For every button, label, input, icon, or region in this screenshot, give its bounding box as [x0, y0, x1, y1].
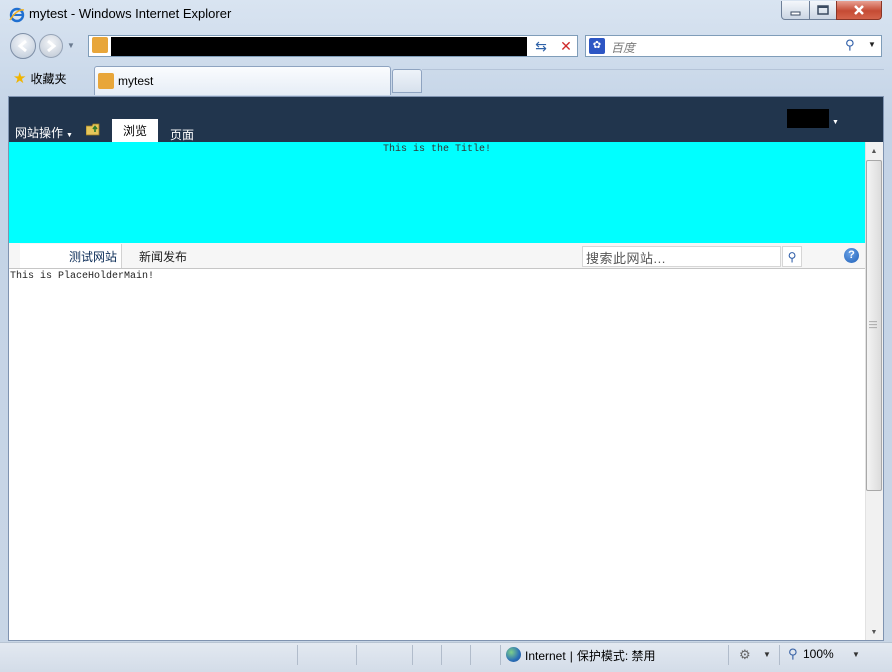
status-divider [500, 645, 501, 665]
close-icon [854, 5, 864, 15]
status-divider [356, 645, 357, 665]
favorites-button[interactable]: ★ 收藏夹 [13, 68, 66, 90]
nav-item-news[interactable]: 新闻发布 [139, 248, 187, 265]
chevron-down-icon[interactable]: ▼ [852, 650, 860, 659]
status-divider [441, 645, 442, 665]
page-title: This is the Title! [382, 144, 492, 155]
minimize-icon [790, 11, 801, 16]
star-icon: ★ [13, 70, 27, 87]
tab-page[interactable]: 页面 [170, 126, 194, 143]
new-tab-button[interactable] [392, 69, 422, 93]
site-search-icon[interactable]: ⚲ [782, 246, 802, 267]
scrollbar-grip-icon: — — — [869, 317, 877, 332]
recent-pages-dropdown-icon[interactable]: ▼ [67, 41, 75, 50]
page-favicon-icon [92, 37, 108, 53]
stop-icon[interactable]: ✕ [555, 37, 577, 55]
status-divider [297, 645, 298, 665]
site-actions-label: 网站操作 [15, 126, 64, 140]
refresh-icon[interactable]: ⇆ [530, 37, 552, 55]
back-button[interactable] [10, 33, 36, 59]
user-menu-redacted[interactable] [787, 109, 829, 128]
site-title-area [9, 142, 865, 243]
back-arrow-icon [17, 39, 27, 53]
search-placeholder: 百度 [611, 41, 636, 55]
site-actions-menu[interactable]: 网站操作 ▼ [15, 124, 73, 141]
security-zone[interactable]: Internet | 保护模式: 禁用 [525, 647, 656, 664]
favorites-label: 收藏夹 [30, 72, 67, 86]
search-icon[interactable]: ⚲ [845, 37, 855, 53]
tab-browse[interactable]: 浏览 [112, 119, 158, 142]
forward-button[interactable] [39, 34, 63, 58]
minimize-button[interactable] [781, 1, 810, 20]
ie-logo-icon [9, 7, 25, 23]
zoom-level[interactable]: 100% [803, 647, 834, 661]
search-options-dropdown-icon[interactable]: ▼ [868, 40, 876, 49]
paw-icon: ✿ [589, 38, 605, 54]
page-favicon-icon [98, 73, 114, 89]
window-title: mytest - Windows Internet Explorer [29, 6, 232, 21]
status-bar [0, 642, 892, 672]
globe-icon [506, 647, 521, 662]
maximize-icon [817, 5, 829, 15]
chevron-down-icon[interactable]: ▼ [763, 650, 771, 659]
zoom-icon[interactable]: ⚲ [788, 646, 798, 662]
help-icon[interactable]: ? [844, 248, 859, 263]
maximize-button[interactable] [809, 1, 837, 20]
chevron-down-icon: ▼ [66, 132, 73, 139]
main-placeholder-text: This is PlaceHolderMain! [10, 271, 155, 282]
protected-mode-label: 保护模式: 禁用 [576, 649, 656, 663]
forward-arrow-icon [47, 39, 57, 53]
status-divider [470, 645, 471, 665]
close-button[interactable] [836, 1, 882, 20]
privacy-icon[interactable]: ⚙ [739, 647, 751, 663]
address-redacted[interactable] [111, 37, 527, 56]
chevron-down-icon[interactable]: ▼ [832, 119, 839, 126]
status-divider [728, 645, 729, 665]
status-divider [412, 645, 413, 665]
status-divider [779, 645, 780, 665]
folder-up-icon[interactable] [86, 123, 102, 136]
tab-strip [422, 69, 884, 94]
scroll-down-icon[interactable]: ▼ [866, 625, 882, 640]
zone-label: Internet [525, 649, 566, 663]
tab-label: mytest [118, 74, 154, 88]
scroll-up-icon[interactable]: ▲ [866, 144, 882, 159]
zone-separator: | [569, 649, 573, 663]
site-search-placeholder: 搜索此网站... [586, 251, 666, 266]
nav-item-test-site[interactable]: 测试网站 [20, 248, 117, 265]
